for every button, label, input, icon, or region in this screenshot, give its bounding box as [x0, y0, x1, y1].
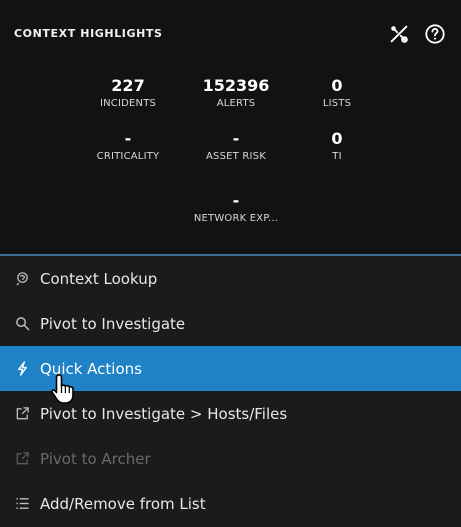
menu-item-label: Pivot to Investigate — [40, 314, 186, 333]
menu-item-label: Pivot to Archer — [40, 449, 151, 468]
context-highlights-panel: CONTEXT HIGHLIGHTS 227 INCIDENTS 152396 … — [0, 0, 461, 527]
stat-label: NETWORK EXP... — [193, 213, 279, 224]
stat-value: 0 — [331, 129, 343, 148]
menu-item-pivot-to-investigate[interactable]: Pivot to Investigate — [0, 301, 461, 346]
stat-value: 0 — [331, 76, 343, 95]
stat-value: - — [232, 191, 240, 210]
search-icon — [14, 316, 30, 332]
context-highlights-header: CONTEXT HIGHLIGHTS 227 INCIDENTS 152396 … — [0, 0, 461, 256]
stat-value: 227 — [111, 76, 145, 95]
hand-cursor-icon — [50, 373, 78, 405]
external-link-icon — [14, 406, 30, 422]
stat-incidents[interactable]: 227 INCIDENTS — [68, 76, 188, 110]
stat-ti[interactable]: 0 TI — [277, 129, 397, 163]
menu-item-label: Context Lookup — [40, 269, 158, 288]
context-lookup-icon — [14, 271, 30, 287]
menu-item-context-lookup[interactable]: Context Lookup — [0, 256, 461, 301]
stat-label: CRITICALITY — [96, 151, 160, 162]
menu-item-add-remove-list[interactable]: Add/Remove from List — [0, 481, 461, 526]
external-link-icon — [14, 451, 30, 467]
stat-label: INCIDENTS — [99, 98, 157, 109]
header-title: CONTEXT HIGHLIGHTS — [14, 27, 163, 40]
stat-value: - — [124, 129, 132, 148]
stat-label: LISTS — [322, 98, 352, 109]
header-tools — [387, 22, 447, 46]
menu-item-label: Pivot to Investigate > Hosts/Files — [40, 404, 288, 423]
stat-label: TI — [332, 151, 342, 162]
menu-item-label: Add/Remove from List — [40, 494, 206, 513]
stat-network-exposure[interactable]: - NETWORK EXP... — [176, 191, 296, 225]
tools-icon[interactable] — [387, 22, 411, 46]
menu-item-pivot-to-archer: Pivot to Archer — [0, 436, 461, 481]
list-icon — [14, 496, 30, 512]
lightning-icon — [14, 361, 30, 377]
help-icon[interactable] — [423, 22, 447, 46]
stat-criticality[interactable]: - CRITICALITY — [68, 129, 188, 163]
stat-lists[interactable]: 0 LISTS — [277, 76, 397, 110]
